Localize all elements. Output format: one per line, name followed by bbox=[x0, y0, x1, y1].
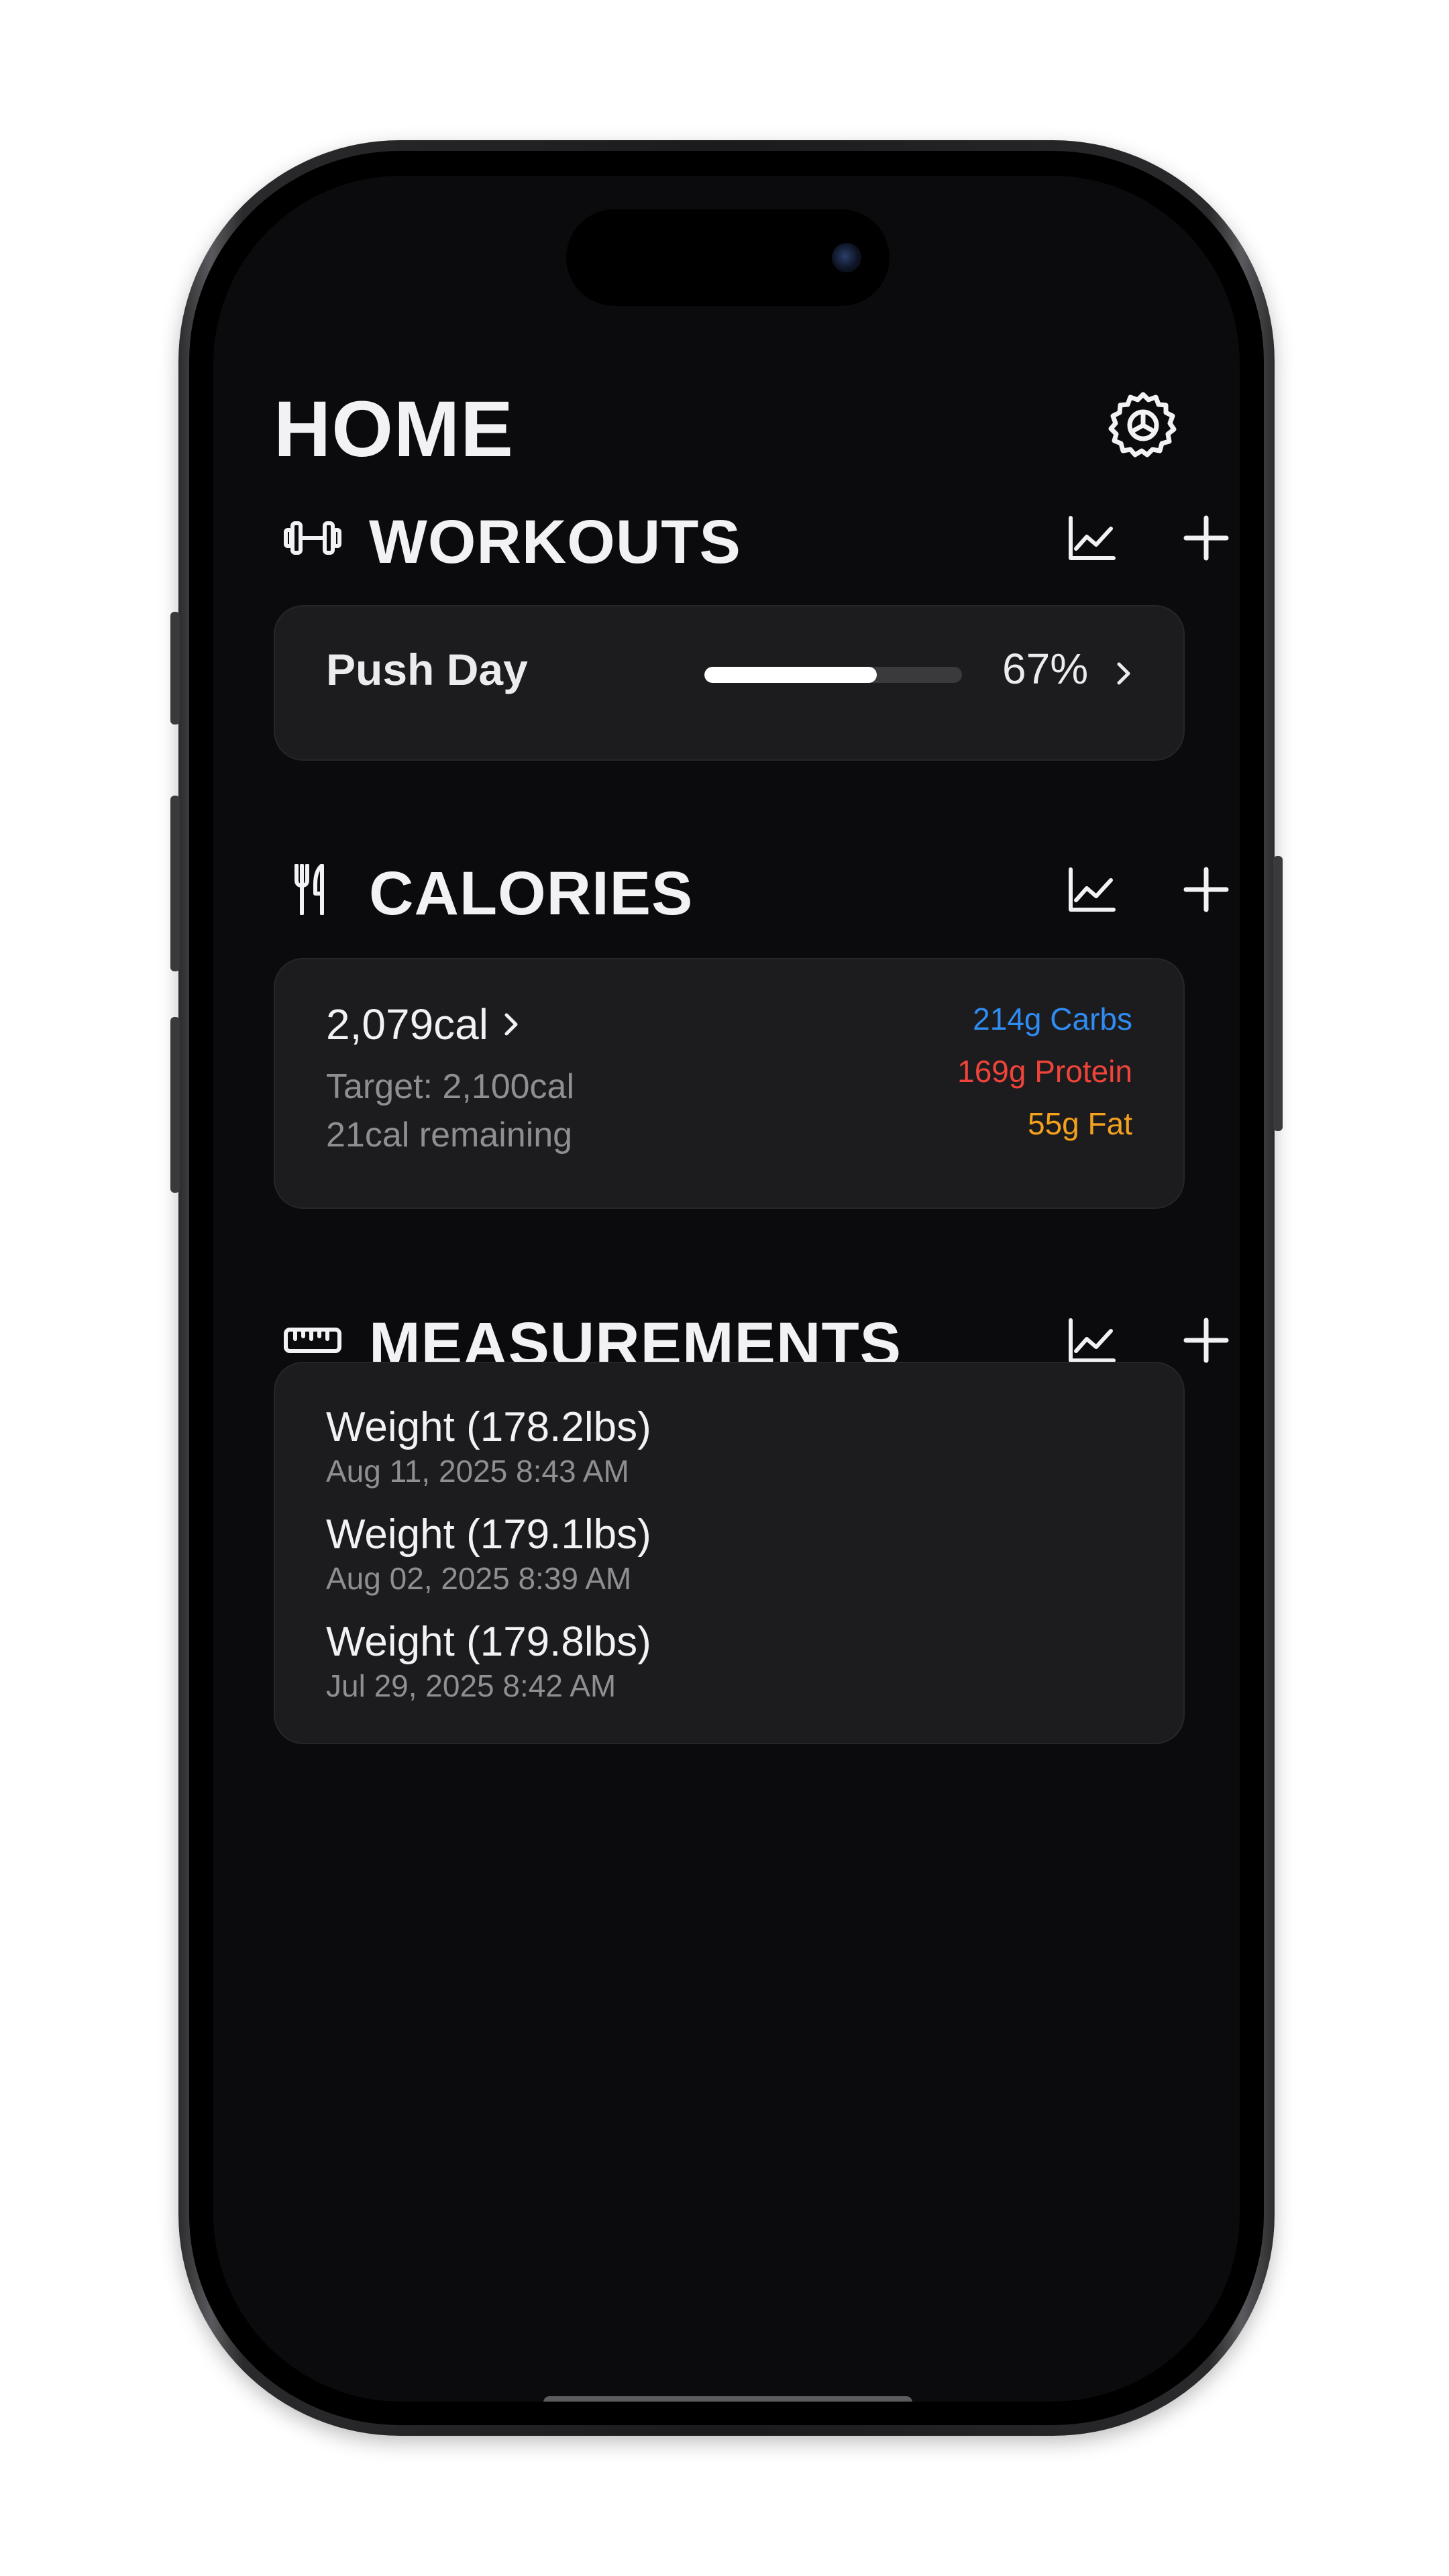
plus-icon bbox=[1183, 515, 1229, 561]
line-chart-icon bbox=[1069, 867, 1116, 912]
calories-consumed: 2,079cal bbox=[326, 1000, 488, 1049]
plus-icon bbox=[1183, 867, 1229, 912]
macro-protein: 169g Protein bbox=[957, 1054, 1132, 1089]
volume-up-button bbox=[170, 796, 180, 971]
workouts-add-button[interactable] bbox=[1179, 511, 1233, 565]
workouts-header: WORKOUTS bbox=[274, 498, 1229, 578]
calories-header: CALORIES bbox=[274, 849, 1229, 930]
macro-fat: 55g Fat bbox=[1028, 1106, 1132, 1141]
measurement-entry-date: Aug 11, 2025 8:43 AM bbox=[326, 1454, 629, 1489]
plus-icon bbox=[1183, 1318, 1229, 1363]
line-chart-icon bbox=[1069, 1318, 1116, 1362]
measurements-add-button[interactable] bbox=[1179, 1313, 1233, 1367]
calories-card[interactable]: 2,079cal Target: 2,100cal 21cal remainin… bbox=[274, 958, 1185, 1209]
calories-target: Target: 2,100cal bbox=[326, 1067, 575, 1106]
workout-progress-label: 67% bbox=[1002, 645, 1089, 693]
measurement-entry-date: Aug 02, 2025 8:39 AM bbox=[326, 1561, 632, 1596]
screen: HOME WORKOUTS Push Day 67% CALORIES 2,07… bbox=[213, 176, 1240, 2402]
macro-carbs: 214g Carbs bbox=[973, 1002, 1132, 1036]
settings-button[interactable] bbox=[1108, 390, 1178, 460]
page-title: HOME bbox=[274, 385, 514, 474]
calories-remaining: 21cal remaining bbox=[326, 1116, 573, 1155]
calories-consumed-row: 2,079cal bbox=[326, 1000, 521, 1049]
action-button bbox=[170, 612, 180, 724]
measurement-entry-label[interactable]: Weight (179.8lbs) bbox=[326, 1618, 651, 1666]
calories-chart-button[interactable] bbox=[1065, 863, 1119, 916]
chevron-right-icon bbox=[1115, 655, 1134, 692]
front-camera bbox=[832, 243, 861, 272]
line-chart-icon bbox=[1069, 516, 1116, 560]
chevron-right-icon bbox=[504, 1013, 518, 1036]
calories-add-button[interactable] bbox=[1179, 863, 1233, 916]
ruler-icon bbox=[283, 1315, 342, 1366]
power-button bbox=[1273, 856, 1283, 1131]
fork-knife-icon bbox=[283, 864, 342, 915]
workouts-chart-button[interactable] bbox=[1065, 511, 1119, 565]
workouts-title: WORKOUTS bbox=[369, 508, 741, 576]
measurement-entry-label[interactable]: Weight (179.1lbs) bbox=[326, 1511, 651, 1558]
workout-progress-bar bbox=[704, 667, 962, 683]
home-indicator[interactable] bbox=[543, 2396, 912, 2402]
workout-name: Push Day bbox=[326, 645, 528, 694]
dumbbell-icon bbox=[283, 513, 342, 564]
measurement-entry-date: Jul 29, 2025 8:42 AM bbox=[326, 1668, 616, 1703]
dynamic-island bbox=[566, 209, 890, 306]
measurements-card: Weight (178.2lbs) Aug 11, 2025 8:43 AM W… bbox=[274, 1362, 1185, 1744]
volume-down-button bbox=[170, 1017, 180, 1193]
gear-icon bbox=[1108, 392, 1177, 458]
measurement-entry-label[interactable]: Weight (178.2lbs) bbox=[326, 1403, 651, 1451]
workout-progress-fill bbox=[704, 667, 877, 683]
measurements-chart-button[interactable] bbox=[1065, 1313, 1119, 1367]
workout-card[interactable]: Push Day 67% bbox=[274, 605, 1185, 761]
calories-title: CALORIES bbox=[369, 859, 694, 928]
